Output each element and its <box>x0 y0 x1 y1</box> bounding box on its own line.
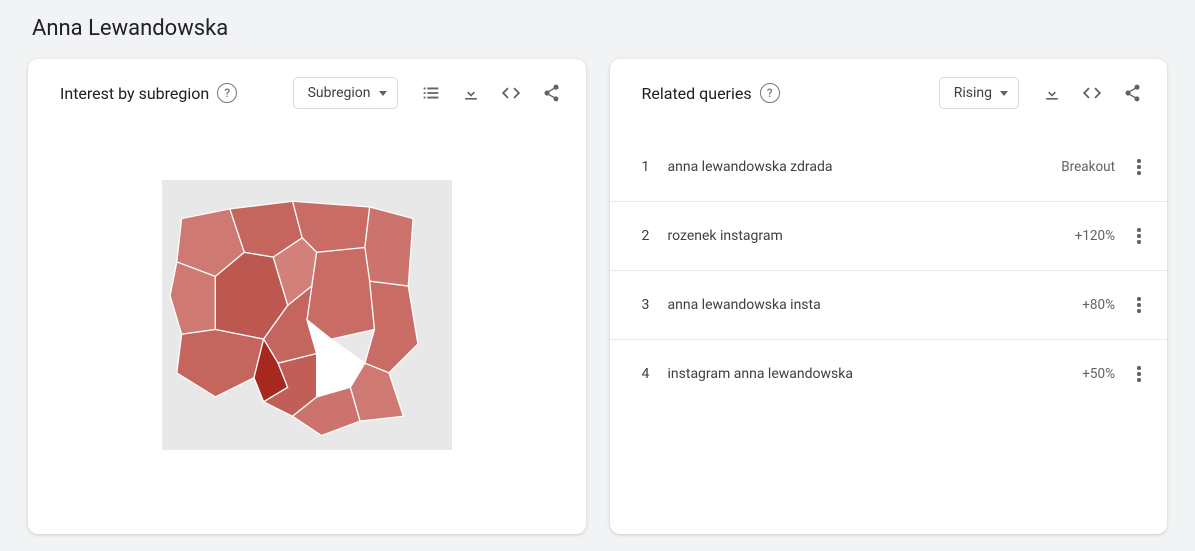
page-title: Anna Lewandowska <box>32 16 1167 41</box>
embed-icon[interactable] <box>500 82 522 104</box>
query-text: instagram anna lewandowska <box>668 366 1083 382</box>
interest-by-subregion-card: Interest by subregion ? Subregion <box>28 59 586 534</box>
help-icon[interactable]: ? <box>217 83 237 103</box>
query-row[interactable]: 4instagram anna lewandowska+50% <box>610 340 1168 408</box>
map-container <box>28 115 586 534</box>
query-text: rozenek instagram <box>668 228 1075 244</box>
card-title: Related queries <box>642 84 752 103</box>
query-rank: 4 <box>642 366 668 382</box>
kebab-menu-icon[interactable] <box>1125 360 1153 388</box>
card-title: Interest by subregion <box>60 84 209 103</box>
subregion-dropdown[interactable]: Subregion <box>293 77 398 109</box>
download-icon[interactable] <box>1041 82 1063 104</box>
embed-icon[interactable] <box>1081 82 1103 104</box>
help-icon[interactable]: ? <box>760 83 780 103</box>
share-icon[interactable] <box>1121 82 1143 104</box>
poland-map[interactable] <box>162 180 452 450</box>
chevron-down-icon <box>1000 91 1008 96</box>
query-row[interactable]: 2rozenek instagram+120% <box>610 202 1168 271</box>
related-queries-card: Related queries ? Rising 1anna lewandows… <box>610 59 1168 534</box>
query-value: +50% <box>1082 366 1115 382</box>
query-value: +80% <box>1082 297 1115 313</box>
query-text: anna lewandowska insta <box>668 297 1083 313</box>
query-value: Breakout <box>1061 159 1115 175</box>
dropdown-label: Rising <box>954 85 992 101</box>
list-view-icon[interactable] <box>420 82 442 104</box>
query-rank: 3 <box>642 297 668 313</box>
share-icon[interactable] <box>540 82 562 104</box>
download-icon[interactable] <box>460 82 482 104</box>
kebab-menu-icon[interactable] <box>1125 291 1153 319</box>
kebab-menu-icon[interactable] <box>1125 222 1153 250</box>
rising-dropdown[interactable]: Rising <box>939 77 1019 109</box>
chevron-down-icon <box>379 91 387 96</box>
query-list: 1anna lewandowska zdradaBreakout2rozenek… <box>610 115 1168 408</box>
query-rank: 2 <box>642 228 668 244</box>
query-row[interactable]: 3anna lewandowska insta+80% <box>610 271 1168 340</box>
map-region-podlaskie[interactable] <box>365 207 413 286</box>
map-region-mazowieckie[interactable] <box>307 247 375 339</box>
query-row[interactable]: 1anna lewandowska zdradaBreakout <box>610 133 1168 202</box>
kebab-menu-icon[interactable] <box>1125 153 1153 181</box>
query-rank: 1 <box>642 159 668 175</box>
dropdown-label: Subregion <box>308 85 371 101</box>
query-text: anna lewandowska zdrada <box>668 159 1062 175</box>
query-value: +120% <box>1075 228 1115 244</box>
